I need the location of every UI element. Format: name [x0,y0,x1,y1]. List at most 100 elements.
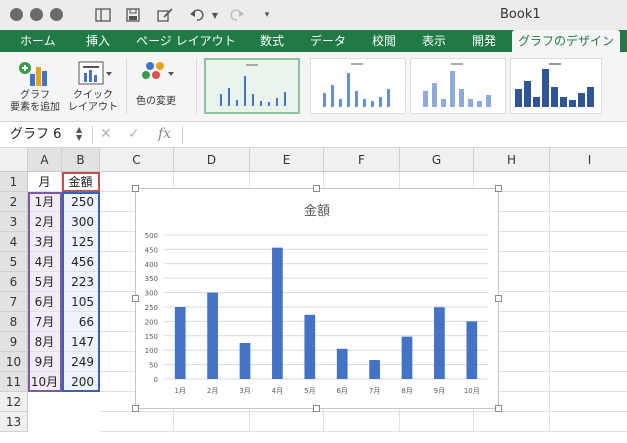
zoom-window-button[interactable] [50,8,63,21]
resize-handle[interactable] [495,295,502,302]
formula-input[interactable] [186,124,623,146]
grid-cell[interactable] [174,412,250,432]
redo-icon[interactable] [228,6,246,24]
tab-review[interactable]: 校閲 [372,30,396,52]
resize-handle[interactable] [132,405,139,412]
row-header[interactable]: 11 [0,372,28,392]
resize-handle[interactable] [495,405,502,412]
tab-chart-design[interactable]: グラフのデザイン [512,30,621,52]
close-window-button[interactable] [10,8,23,21]
row-header[interactable]: 6 [0,272,28,292]
tab-formulas[interactable]: 数式 [260,30,284,52]
grid-cell[interactable] [550,192,627,212]
tab-insert[interactable]: 挿入 [86,30,110,52]
month-cell[interactable]: 2月 [28,212,62,232]
row-header[interactable]: 13 [0,412,28,432]
undo-dropdown-icon[interactable]: ▼ [206,6,224,24]
col-header-i[interactable]: I [550,148,627,172]
add-chart-element-button[interactable]: グラフ 要素を追加 [6,52,64,114]
row-header[interactable]: 9 [0,332,28,352]
col-header-h[interactable]: H [474,148,550,172]
select-all-corner[interactable] [0,148,28,172]
month-cell[interactable]: 3月 [28,232,62,252]
month-cell[interactable]: 9月 [28,352,62,372]
row-header[interactable]: 2 [0,192,28,212]
col-header-e[interactable]: E [250,148,324,172]
amount-cell[interactable]: 456 [62,252,100,272]
month-cell[interactable]: 10月 [28,372,62,392]
grid-cell[interactable] [550,312,627,332]
month-cell[interactable]: 6月 [28,292,62,312]
row-header[interactable]: 10 [0,352,28,372]
resize-handle[interactable] [495,185,502,192]
chart-style-2[interactable] [310,58,406,114]
resize-handle[interactable] [132,185,139,192]
chart-style-1[interactable] [204,58,300,114]
grid-cell[interactable] [550,232,627,252]
col-header-a[interactable]: A [28,148,62,172]
sidebar-toggle-icon[interactable] [94,6,112,24]
grid-cell[interactable] [550,332,627,352]
chart-style-3[interactable] [410,58,506,114]
tab-data[interactable]: データ [310,30,346,52]
tab-home[interactable]: ホーム [20,30,56,52]
function-icon[interactable]: fx [158,126,171,142]
save-icon[interactable] [124,6,142,24]
col-header-f[interactable]: F [324,148,400,172]
amount-cell[interactable]: 300 [62,212,100,232]
col-header-b[interactable]: B [62,148,100,172]
grid-cell[interactable] [474,412,550,432]
row-header[interactable]: 1 [0,172,28,192]
amount-cell[interactable]: 200 [62,372,100,392]
amount-cell[interactable]: 250 [62,192,100,212]
row-header[interactable]: 12 [0,392,28,412]
tab-view[interactable]: 表示 [422,30,446,52]
grid-cell[interactable] [400,412,474,432]
undo-icon[interactable] [188,6,206,24]
row-header[interactable]: 8 [0,312,28,332]
amount-cell[interactable]: 147 [62,332,100,352]
month-cell[interactable]: 7月 [28,312,62,332]
header-cell-amount[interactable]: 金額 [62,172,100,192]
edit-icon[interactable] [156,6,174,24]
grid-cell[interactable] [324,412,400,432]
grid-cell[interactable] [550,212,627,232]
grid-cell[interactable] [550,412,627,432]
grid-cell[interactable] [550,372,627,392]
amount-cell[interactable]: 125 [62,232,100,252]
grid-cell[interactable] [250,412,324,432]
row-header[interactable]: 7 [0,292,28,312]
grid-cell[interactable] [550,352,627,372]
header-cell-month[interactable]: 月 [28,172,62,192]
resize-handle[interactable] [313,185,320,192]
customize-toolbar-icon[interactable]: ▾ [258,6,276,24]
row-header[interactable]: 4 [0,232,28,252]
grid-cell[interactable] [550,252,627,272]
grid-cell[interactable] [100,412,174,432]
col-header-c[interactable]: C [100,148,174,172]
minimize-window-button[interactable] [30,8,43,21]
amount-cell[interactable]: 105 [62,292,100,312]
resize-handle[interactable] [132,295,139,302]
row-header[interactable]: 5 [0,252,28,272]
change-colors-button[interactable]: 色の変更 [130,52,182,108]
grid-cell[interactable] [550,272,627,292]
grid-cell[interactable] [550,292,627,312]
col-header-d[interactable]: D [174,148,250,172]
chart-object[interactable]: 金額 0 50 100 150 200 250 300 350 400 450 500 1月 2月 3月 4月… [135,188,499,409]
amount-cell[interactable]: 249 [62,352,100,372]
chart-style-4[interactable] [510,58,602,114]
col-header-g[interactable]: G [400,148,474,172]
month-cell[interactable]: 5月 [28,272,62,292]
month-cell[interactable]: 8月 [28,332,62,352]
row-header[interactable]: 3 [0,212,28,232]
amount-cell[interactable]: 223 [62,272,100,292]
quick-layout-button[interactable]: クイック レイアウト [64,52,122,114]
grid-cell[interactable] [550,392,627,412]
resize-handle[interactable] [313,405,320,412]
amount-cell[interactable]: 66 [62,312,100,332]
tab-page-layout[interactable]: ページ レイアウト [136,30,236,52]
tab-developer[interactable]: 開発 [472,30,496,52]
enter-icon[interactable]: ✓ [128,126,140,142]
month-cell[interactable]: 1月 [28,192,62,212]
